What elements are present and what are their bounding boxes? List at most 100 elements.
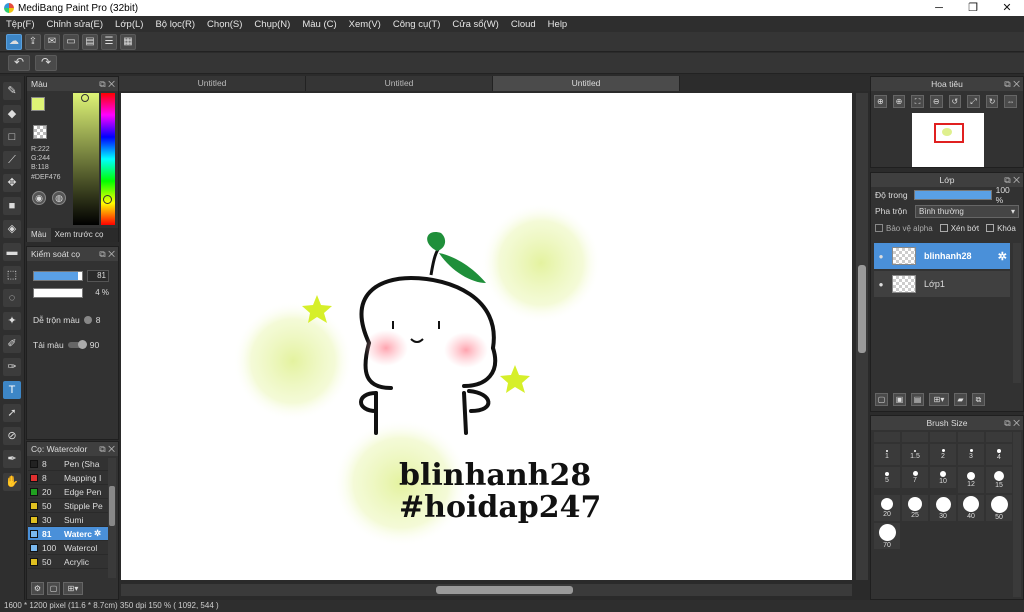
hscroll-thumb[interactable] [436, 586, 573, 594]
canvas-horizontal-scrollbar[interactable] [121, 584, 852, 596]
brush-settings-icon[interactable]: ⚙ [31, 582, 44, 595]
brush-tool-icon[interactable]: ✎ [3, 82, 21, 100]
sv-cursor[interactable] [81, 94, 89, 102]
minimize-button[interactable]: ─ [922, 0, 956, 16]
move-tool-icon[interactable]: ✥ [3, 174, 21, 192]
layer-opacity-slider[interactable] [913, 190, 992, 200]
gear-icon[interactable]: ✲ [998, 250, 1007, 263]
brush-list-item[interactable]: 81 Waterc ✲ [28, 527, 114, 541]
brush-size-cell[interactable]: 7 [902, 467, 928, 488]
lock-checkbox[interactable] [986, 224, 995, 232]
brush-list-item[interactable]: 8 Mapping I [28, 471, 114, 485]
brush-size-cell[interactable]: 70 [874, 523, 900, 549]
menu-snap[interactable]: Chụp(N) [248, 19, 296, 30]
tab-brush-preview[interactable]: Xem trước cọ [51, 228, 108, 242]
fill-rect-tool-icon[interactable]: ■ [3, 197, 21, 215]
visibility-icon[interactable]: ● [874, 252, 888, 261]
new-halftone-layer-icon[interactable]: ▤ [911, 393, 924, 406]
add-layer-menu-icon[interactable]: ⊞▾ [929, 393, 949, 406]
brush-size-cell[interactable]: 2 [930, 444, 956, 465]
protect-alpha-checkbox[interactable] [875, 224, 883, 232]
gradient-tool-icon[interactable]: ▬ [3, 243, 21, 261]
menu-help[interactable]: Help [542, 19, 574, 30]
refill-slider[interactable] [67, 339, 87, 349]
brush-size-cell[interactable] [986, 432, 1012, 442]
layer-row[interactable]: ● Lớp1 [874, 271, 1010, 297]
brush-list-item[interactable]: 50 Acrylic [28, 555, 114, 569]
cloud-icon[interactable]: ☁ [6, 33, 22, 50]
hue-cursor[interactable] [103, 195, 112, 204]
drawing-canvas[interactable]: blinhanh28 #hoidap247 [121, 93, 852, 580]
brush-opacity-slider[interactable] [33, 287, 83, 298]
menu-layer[interactable]: Lớp(L) [109, 19, 149, 30]
panel-controls-icon[interactable]: ⧉ ✕ [99, 77, 115, 91]
layer-row[interactable]: ● blinhanh28 ✲ [874, 243, 1010, 269]
menu-cloud[interactable]: Cloud [505, 19, 542, 30]
layer-blend-select[interactable]: Bình thường ▾ [915, 204, 1019, 218]
menu-file[interactable]: Tệp(F) [0, 19, 41, 30]
canvas-vertical-scrollbar[interactable] [856, 93, 868, 580]
brush-list-item[interactable]: 50 Stipple Pe [28, 499, 114, 513]
brush-size-cell[interactable]: 1 [874, 444, 900, 465]
close-button[interactable]: ✕ [990, 0, 1024, 16]
select-rect-tool-icon[interactable]: ⬚ [3, 266, 21, 284]
vscroll-thumb[interactable] [858, 265, 866, 353]
menu-window[interactable]: Cửa sổ(W) [446, 19, 504, 30]
menu-edit[interactable]: Chỉnh sửa(E) [41, 19, 110, 30]
brush-list-item[interactable]: 8 Pen (Sha [28, 457, 114, 471]
grid-layout-icon[interactable]: ▦ [120, 33, 136, 50]
brush-list-item[interactable]: 20 Edge Pen [28, 485, 114, 499]
new-layer-icon[interactable]: ▢ [875, 393, 888, 406]
clipping-checkbox[interactable] [939, 224, 948, 232]
mix-toggle[interactable] [83, 315, 92, 324]
hue-slider[interactable] [101, 93, 115, 225]
menu-tools[interactable]: Công cụ(T) [387, 19, 447, 30]
brush-list-item[interactable]: 100 Watercol [28, 541, 114, 555]
magic-wand-tool-icon[interactable]: ✦ [3, 312, 21, 330]
brush-size-cell[interactable]: 12 [958, 467, 984, 493]
brush-size-cell[interactable] [930, 432, 956, 442]
new-brush-icon[interactable]: ▢ [47, 582, 60, 595]
menu-color[interactable]: Màu (C) [296, 19, 342, 30]
gear-icon[interactable]: ✲ [94, 528, 101, 539]
brush-size-cell[interactable]: 5 [874, 467, 900, 488]
chat-icon[interactable]: ▭ [63, 33, 79, 50]
tab-color[interactable]: Màu [27, 228, 51, 242]
panel-controls-icon[interactable]: ⧉ ✕ [1004, 77, 1020, 91]
visibility-icon[interactable]: ● [874, 280, 888, 289]
brush-size-cell[interactable] [902, 432, 928, 442]
folder-icon[interactable]: ▰ [954, 393, 967, 406]
zoom-in-icon[interactable]: ⊕ [874, 95, 887, 108]
brush-size-cell[interactable]: 15 [986, 467, 1012, 493]
rotate-right-icon[interactable]: ↻ [985, 95, 999, 108]
lasso-tool-icon[interactable]: ◌ [3, 289, 21, 307]
panel-controls-icon[interactable]: ⧉ ✕ [99, 442, 115, 456]
undo-icon[interactable]: ↶ [8, 55, 30, 71]
menu-filter[interactable]: Bộ lọc(R) [149, 19, 201, 30]
brush-size-cell[interactable]: 25 [902, 495, 928, 521]
brush-size-cell[interactable]: 1.5 [902, 444, 928, 465]
comment-icon[interactable]: ✉ [44, 33, 60, 50]
duplicate-layer-icon[interactable]: ⧉ [972, 393, 985, 406]
brush-size-cell[interactable]: 40 [958, 495, 984, 521]
brush-list-scrollbar[interactable] [108, 458, 116, 578]
tab-document-3[interactable]: Untitled [493, 76, 680, 91]
select-eraser-tool-icon[interactable]: ✑ [3, 358, 21, 376]
brush-size-cell[interactable] [874, 432, 900, 442]
fullscreen-icon[interactable]: ⤢ [967, 95, 980, 108]
palette-icon[interactable]: ◉ [32, 191, 46, 205]
panel-controls-icon[interactable]: ⧉ ✕ [1004, 416, 1020, 430]
add-brush-icon[interactable]: ⊞▾ [63, 582, 83, 595]
transparent-color-swatch[interactable] [33, 125, 47, 139]
panel-controls-icon[interactable]: ⧉ ✕ [1004, 173, 1020, 187]
layers-scrollbar[interactable] [1013, 243, 1021, 383]
saturation-value-picker[interactable] [73, 93, 99, 225]
select-pen-tool-icon[interactable]: ✐ [3, 335, 21, 353]
zoom-out-icon[interactable]: ⊖ [929, 95, 943, 108]
panel-controls-icon[interactable]: ⧉ ✕ [99, 247, 115, 261]
menu-view[interactable]: Xem(V) [343, 19, 387, 30]
eyedropper-tool-icon[interactable]: ✒ [3, 450, 21, 468]
bucket-tool-icon[interactable]: ◈ [3, 220, 21, 238]
brush-size-cell[interactable]: 50 [986, 495, 1012, 521]
brush-size-cell[interactable] [958, 432, 984, 442]
